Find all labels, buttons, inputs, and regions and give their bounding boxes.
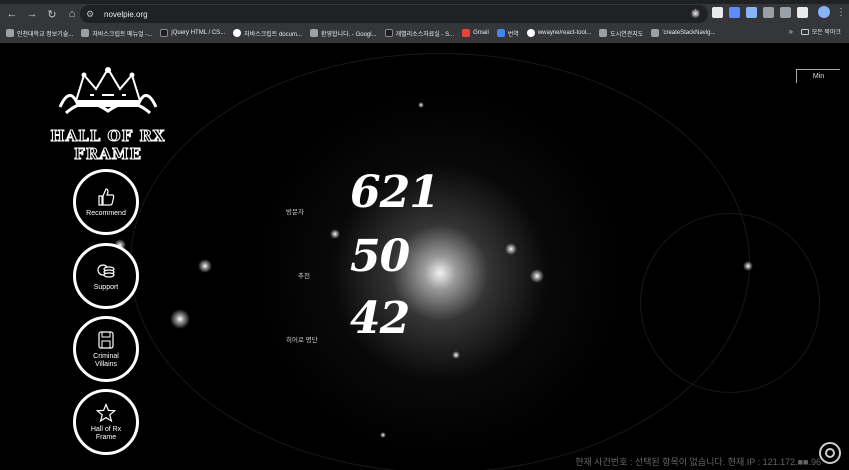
extension-icon[interactable] bbox=[763, 6, 774, 18]
bookmark-item[interactable]: 자바스크립트 메뉴얼 -... bbox=[81, 29, 152, 38]
background-star bbox=[505, 243, 517, 255]
background-star bbox=[418, 102, 424, 108]
globe-icon bbox=[6, 29, 14, 37]
reload-icon[interactable]: ↻ bbox=[44, 6, 60, 22]
min-button[interactable]: Min bbox=[796, 69, 840, 83]
criminal-villains-button[interactable]: Criminal Villains bbox=[73, 316, 139, 382]
address-url[interactable]: novelpie.org bbox=[104, 10, 148, 19]
crown-icon bbox=[58, 67, 158, 115]
background-ring bbox=[640, 213, 820, 393]
bookmarks-bar: 인천대학교 정보기술... 자바스크립트 메뉴얼 -... jQuery HTM… bbox=[0, 24, 849, 42]
gear-center bbox=[825, 448, 835, 458]
settings-gear-icon[interactable] bbox=[819, 442, 841, 464]
back-icon[interactable]: ← bbox=[4, 6, 20, 22]
folder-icon bbox=[800, 28, 809, 35]
bookmark-label: 'createStackNavig... bbox=[662, 30, 716, 36]
page-icon bbox=[160, 29, 169, 37]
address-bar[interactable]: ⚙ novelpie.org ☆ bbox=[80, 5, 708, 23]
bookmark-label: 개별리소스자료실 - S... bbox=[395, 31, 455, 38]
support-label: Support bbox=[93, 283, 119, 291]
background-star bbox=[743, 261, 753, 271]
github-icon bbox=[526, 29, 535, 37]
background-star bbox=[452, 351, 460, 359]
bookmark-item[interactable]: 도시연관지도 bbox=[599, 29, 643, 38]
page-icon bbox=[309, 29, 318, 37]
background-star bbox=[330, 229, 340, 239]
footer-status: 현재 사건번호 : 선택된 항목이 없습니다. 현재 IP : 121.172.… bbox=[575, 457, 821, 467]
support-button[interactable]: Support bbox=[73, 243, 139, 309]
extension-icon[interactable] bbox=[712, 6, 723, 18]
hall-of-rx-frame-label: Hall of Rx Frame bbox=[90, 425, 122, 441]
background-star bbox=[198, 259, 212, 273]
background-star bbox=[530, 269, 544, 283]
bookmark-item[interactable]: 번역 bbox=[496, 29, 519, 38]
bookmark-label: wwayne/react-tool... bbox=[537, 30, 592, 36]
extensions-area: ⋮ bbox=[712, 6, 846, 18]
bookmark-star-icon[interactable]: ☆ bbox=[691, 8, 700, 19]
bookmark-item[interactable]: Gmail bbox=[462, 29, 489, 37]
bookmark-label: Gmail bbox=[473, 30, 489, 36]
background-star bbox=[380, 432, 386, 438]
bookmarks-overflow-icon[interactable]: » bbox=[789, 27, 793, 36]
bookmark-item[interactable]: 인천대학교 정보기술... bbox=[6, 29, 73, 38]
app-icon bbox=[384, 29, 393, 37]
menu-kebab-icon[interactable]: ⋮ bbox=[836, 7, 846, 18]
bookmark-item[interactable]: wwayne/react-tool... bbox=[526, 29, 592, 37]
site-logo[interactable]: HALL OF RX FRAME bbox=[18, 65, 198, 164]
recommend-button[interactable]: Recommend bbox=[73, 169, 139, 235]
recommend-count-label: 추천 bbox=[298, 273, 310, 280]
globe-icon bbox=[81, 29, 90, 37]
bookmark-item[interactable]: jQuery HTML / CS... bbox=[160, 29, 225, 37]
bookmark-item[interactable]: 자바스크립트 docum... bbox=[233, 29, 302, 38]
home-icon[interactable]: ⌂ bbox=[64, 6, 80, 22]
bookmark-item[interactable]: 개별리소스자료실 - S... bbox=[384, 29, 455, 38]
bookmark-label: 자바스크립트 메뉴얼 -... bbox=[92, 31, 153, 38]
hero-list-label: 히어로 명단 bbox=[286, 337, 318, 344]
gmail-icon bbox=[462, 29, 471, 37]
site-info-icon[interactable]: ⚙ bbox=[86, 9, 100, 20]
globe-icon bbox=[651, 29, 660, 37]
thumbs-up-icon bbox=[98, 187, 115, 206]
coins-icon bbox=[97, 263, 115, 278]
translate-icon bbox=[496, 29, 505, 37]
bookmark-label: jQuery HTML / CS... bbox=[171, 30, 226, 36]
page-content: HALL OF RX FRAME Recommend Support Crimi… bbox=[0, 43, 849, 470]
puzzle-icon[interactable] bbox=[780, 6, 791, 18]
bookmark-label: 번역 bbox=[507, 31, 519, 38]
bookmark-label: 인천대학교 정보기술... bbox=[17, 31, 74, 38]
bookmark-item[interactable]: 'createStackNavig... bbox=[651, 29, 715, 37]
page-icon bbox=[233, 29, 242, 37]
background-star bbox=[170, 309, 190, 329]
all-bookmarks-button[interactable]: 모든 북마크 bbox=[800, 27, 841, 36]
extension-icon[interactable] bbox=[746, 6, 757, 18]
bookmark-label: 도시연관지도 bbox=[610, 31, 644, 38]
extension-icon[interactable] bbox=[729, 6, 740, 18]
sidebar-icon[interactable] bbox=[797, 6, 808, 18]
globe-icon bbox=[599, 29, 608, 37]
star-icon bbox=[96, 402, 116, 422]
profile-avatar[interactable] bbox=[818, 6, 830, 18]
bookmark-label: 환영합니다. - Googl... bbox=[320, 31, 377, 38]
bookmark-label: 자바스크립트 docum... bbox=[244, 31, 302, 38]
forward-icon[interactable]: → bbox=[24, 6, 40, 22]
browser-chrome: ← → ↻ ⌂ ⚙ novelpie.org ☆ ⋮ 인천대학교 정보기술...… bbox=[0, 0, 849, 43]
hall-of-rx-frame-button[interactable]: Hall of Rx Frame bbox=[73, 389, 139, 455]
bookmark-item[interactable]: 환영합니다. - Googl... bbox=[309, 29, 377, 38]
criminal-villains-label: Criminal Villains bbox=[93, 352, 119, 368]
recommend-count: 50 bbox=[350, 231, 410, 282]
logo-title: HALL OF RX FRAME bbox=[50, 127, 166, 164]
visitors-count: 621 bbox=[350, 167, 440, 218]
skull-icon bbox=[98, 330, 114, 349]
visitors-label: 방문자 bbox=[286, 209, 304, 216]
hero-list-count: 42 bbox=[350, 293, 410, 344]
all-bookmarks-label: 모든 북마크 bbox=[811, 30, 841, 36]
browser-toolbar: ← → ↻ ⌂ ⚙ novelpie.org ☆ ⋮ bbox=[0, 4, 849, 24]
recommend-label: Recommend bbox=[86, 209, 126, 217]
